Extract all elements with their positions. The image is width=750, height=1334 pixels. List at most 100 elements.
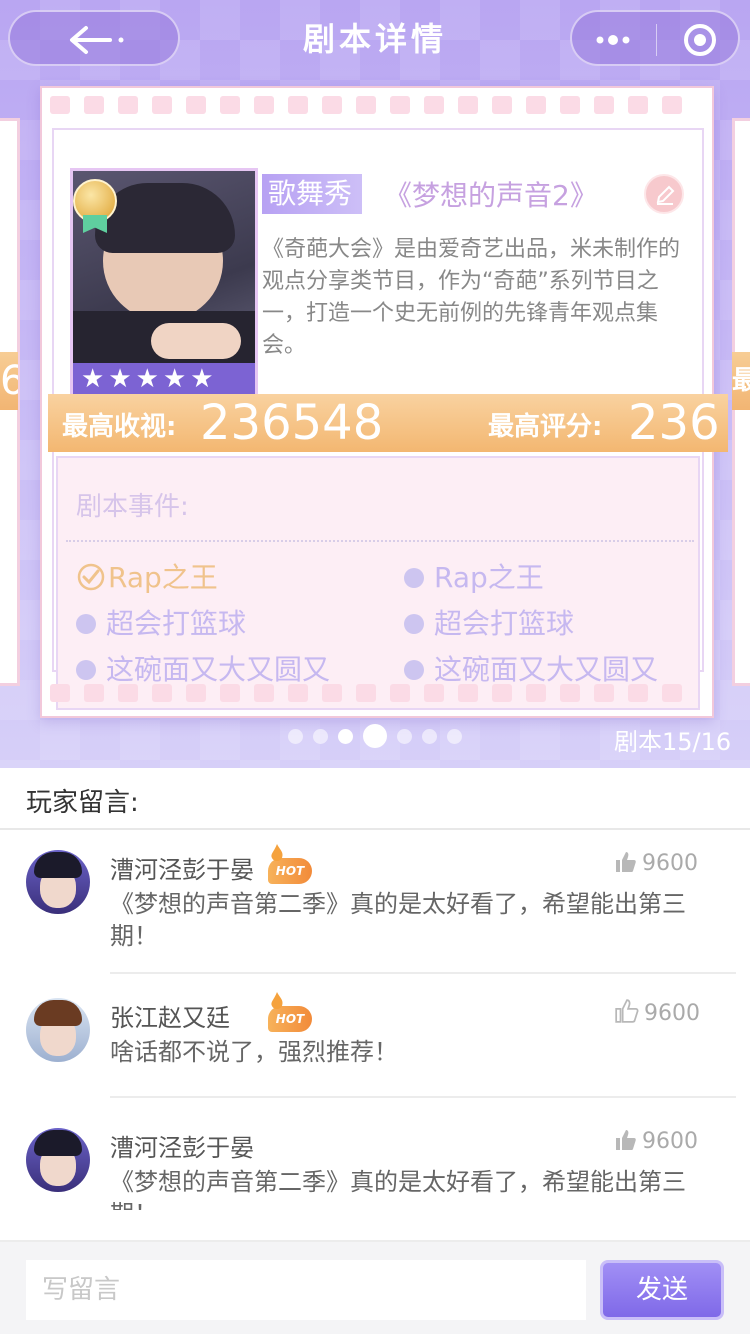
film-hole (288, 96, 308, 114)
script-event-label: Rap之王 (434, 561, 544, 594)
script-event-label: 这碗面又大又圆又 (106, 653, 331, 686)
hot-badge: HOT (268, 992, 312, 1032)
star-icon: ★ (81, 364, 105, 394)
bullet-dot-icon (404, 614, 424, 634)
commenter-name[interactable]: 漕河泾彭于晏 (110, 1128, 254, 1163)
star-rating: ★ ★ ★ ★ ★ (73, 363, 255, 395)
avatar[interactable] (26, 1128, 90, 1192)
film-hole (628, 684, 648, 702)
hot-badge-label: HOT (275, 864, 305, 878)
script-event-label: Rap之王 (108, 561, 218, 594)
check-circle-icon (77, 563, 105, 591)
stats-bar: 最高收视: 236548 最高评分: 236 (48, 394, 728, 452)
comment-input[interactable] (26, 1260, 586, 1320)
film-hole (322, 96, 342, 114)
script-event-item: Rap之王 (404, 558, 544, 598)
film-strip-bottom (50, 684, 706, 706)
film-hole (118, 684, 138, 702)
pager-dot[interactable] (422, 728, 437, 744)
comments-title: 玩家留言: (26, 788, 139, 818)
next-script-stat: 最 (732, 352, 750, 410)
star-icon: ★ (162, 364, 187, 394)
film-hole (628, 96, 648, 114)
film-hole (84, 96, 104, 114)
script-event-item: Rap之王 (76, 558, 218, 598)
hot-badge-label: HOT (275, 1012, 305, 1026)
film-hole (662, 96, 682, 114)
star-icon: ★ (108, 364, 132, 394)
commenter-name[interactable]: 漕河泾彭于晏 (110, 850, 254, 885)
like-button[interactable]: 9600 (614, 1128, 698, 1154)
like-count: 9600 (642, 851, 698, 876)
comment-divider (110, 1096, 736, 1098)
comments-header: 玩家留言: (0, 768, 750, 830)
star-icon: ★ (135, 364, 159, 394)
character-portrait: ★ ★ ★ ★ ★ (70, 168, 258, 398)
film-hole (594, 96, 614, 114)
edit-button[interactable] (644, 174, 684, 214)
hot-badge: HOT (268, 844, 312, 884)
max-score-value: 236 (628, 395, 720, 451)
script-event-label: 这碗面又大又圆又 (434, 653, 659, 686)
carousel-pager (288, 724, 462, 748)
film-hole (560, 96, 580, 114)
film-strip-top (50, 96, 706, 118)
pager-dot[interactable] (447, 728, 462, 744)
film-hole (152, 684, 172, 702)
script-description: 《奇葩大会》是由爱奇艺出品，米未制作的观点分享类节目，作为“奇葩”系列节目之一，… (262, 237, 681, 358)
send-button[interactable]: 发送 (600, 1260, 724, 1320)
film-hole (662, 684, 682, 702)
pager-dot[interactable] (338, 728, 353, 744)
bullet-dot-icon (404, 660, 424, 680)
pager-dot[interactable] (313, 728, 328, 744)
film-hole (492, 96, 512, 114)
comment-text: 啥话都不说了，强烈推荐！ (110, 1038, 398, 1066)
film-hole (458, 684, 478, 702)
film-hole (254, 684, 274, 702)
pager-dot[interactable] (363, 724, 387, 748)
film-hole (560, 684, 580, 702)
film-hole (424, 684, 444, 702)
close-icon[interactable] (682, 22, 718, 58)
script-event-item: 超会打篮球 (404, 604, 574, 644)
comment-text: 《梦想的声音第二季》真的是太好看了，希望能出第三期！ (110, 890, 686, 950)
capsule-divider (656, 24, 657, 56)
film-hole (50, 684, 70, 702)
pencil-icon (656, 185, 675, 205)
film-hole (492, 684, 512, 702)
film-hole (356, 684, 376, 702)
film-hole (356, 96, 376, 114)
pager-dot[interactable] (397, 728, 412, 744)
script-counter: 剧本15/16 (614, 728, 732, 756)
film-hole (424, 96, 444, 114)
film-hole (220, 684, 240, 702)
film-hole (254, 96, 274, 114)
max-viewers-label: 最高收视: (62, 412, 177, 442)
more-icon[interactable] (594, 30, 634, 50)
star-icon: ★ (190, 364, 214, 394)
film-hole (288, 684, 308, 702)
avatar[interactable] (26, 998, 90, 1062)
avatar[interactable] (26, 850, 90, 914)
script-event-item: 超会打篮球 (76, 604, 246, 644)
like-button[interactable]: 9600 (614, 998, 700, 1026)
comment-text: 《梦想的声音第二季》真的是太好看了，希望能出第三期！ (110, 1168, 686, 1210)
events-title: 剧本事件: (76, 492, 189, 522)
thumbs-up-outline-icon (615, 999, 639, 1023)
film-hole (526, 96, 546, 114)
film-hole (186, 684, 206, 702)
script-title: 《梦想的声音2》 (384, 179, 598, 212)
film-hole (186, 96, 206, 114)
commenter-name[interactable]: 张江赵又廷 (110, 998, 230, 1033)
film-hole (390, 684, 410, 702)
like-count: 9600 (644, 1001, 700, 1026)
script-card-body: ★ ★ ★ ★ ★ 歌舞秀 《梦想的声音2》 《奇葩大会》是由爱奇艺出品，米未制作的观点… (48, 128, 728, 710)
like-button[interactable]: 9600 (614, 850, 698, 876)
film-hole (220, 96, 240, 114)
flame-icon (271, 844, 283, 861)
like-count: 9600 (642, 1129, 698, 1154)
film-hole (594, 684, 614, 702)
film-hole (152, 96, 172, 114)
pager-dot[interactable] (288, 728, 303, 744)
script-event-label: 超会打篮球 (434, 607, 575, 640)
